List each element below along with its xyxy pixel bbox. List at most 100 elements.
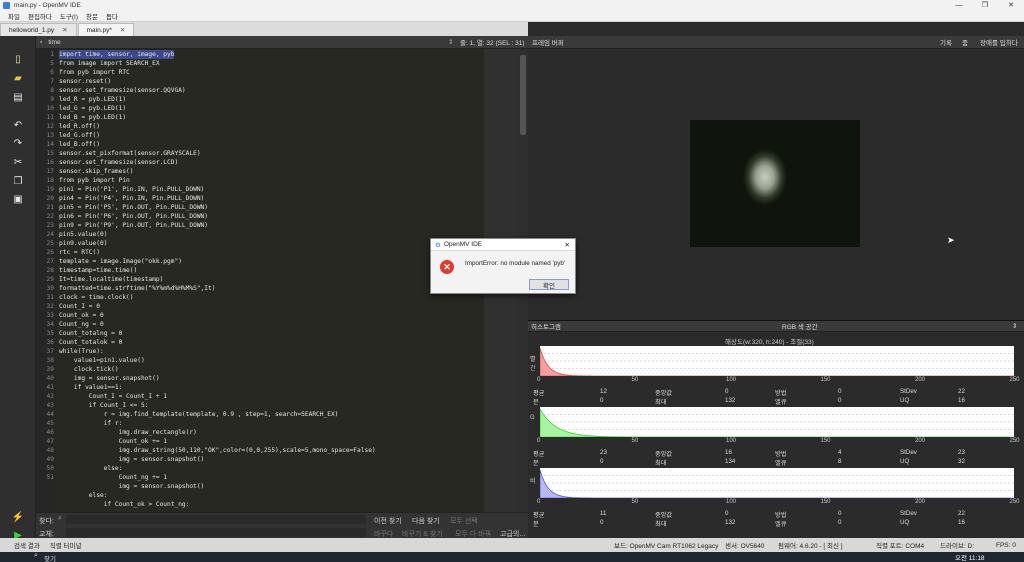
search-icon[interactable]: ⌕ [34, 552, 38, 560]
axis-tick-label: 150 [820, 377, 831, 383]
stat-value: 0 [725, 510, 729, 517]
colorspace-select[interactable]: RGB 색 공간 [782, 321, 818, 331]
stat-value: 132 [725, 519, 736, 526]
dialog-close-icon[interactable]: ✕ [565, 241, 570, 249]
axis-tick-label: 0 [537, 438, 541, 444]
code-editor[interactable]: import time, sensor, image, pyb from imag… [56, 49, 484, 512]
mouse-cursor-icon: ➤ [947, 235, 955, 245]
menu-window[interactable]: 창문 [86, 11, 98, 21]
serial-terminal-tab[interactable]: 직렬 터미널 [50, 540, 82, 550]
stat-value: 12 [600, 388, 607, 395]
line-number: 23 [46, 222, 54, 229]
stat-label: StDev [900, 449, 917, 456]
ok-button[interactable]: 확인 [529, 279, 569, 290]
search-results-tab[interactable]: 검색 결과 [14, 540, 40, 550]
code-line: img = sensor.snapshot() [59, 375, 160, 382]
code-line: Count_ok += 1 [59, 438, 168, 445]
find-prev-button[interactable]: 이전 찾기 [374, 516, 402, 526]
close-button[interactable]: ✕ [998, 0, 1024, 11]
undo-icon[interactable]: ↶ [10, 118, 26, 132]
line-number: 15 [46, 150, 54, 157]
tab-main[interactable]: main.py* ✕ [77, 23, 135, 36]
line-number: 7 [50, 78, 54, 85]
line-number: 40 [46, 375, 54, 382]
editor-header: ▪ time ⇕ 줄: 1, 열: 32 (SEL : 31) [36, 36, 528, 49]
stat-value: 11 [600, 510, 607, 517]
save-icon[interactable]: ▤ [10, 90, 26, 104]
stat-label: UQ [900, 458, 910, 465]
line-number: 42 [46, 393, 54, 400]
dialog-title: OpenMV IDE [443, 241, 483, 248]
stat-value: 8 [838, 458, 842, 465]
maximize-button[interactable]: ❐ [972, 0, 998, 11]
line-number: 16 [46, 159, 54, 166]
disable-button[interactable]: 장애를 입히다 [980, 37, 1018, 47]
code-line: led_R.off() [59, 123, 100, 130]
board-status: 보드: OpenMV Cam RT1062 Legacy [614, 543, 719, 550]
tab-helloworld[interactable]: helloworld_1.py ✕ [0, 23, 77, 36]
line-number: 49 [46, 456, 54, 463]
connect-icon[interactable]: ⚡ [10, 510, 26, 524]
code-line: pin5.value(0) [59, 231, 108, 238]
chevron-down-icon[interactable]: ⇕ [1012, 322, 1017, 330]
line-number: 13 [46, 132, 54, 139]
dialog-title-bar: ⚙ OpenMV IDE ✕ [431, 239, 575, 251]
record-button[interactable]: 기록 [940, 37, 952, 47]
axis-tick-label: 250 [1009, 499, 1020, 505]
menu-tools[interactable]: 도구(I) [60, 11, 78, 21]
axis-tick-label: 250 [1009, 438, 1020, 444]
windows-taskbar: ⌕ 찾기 오전 11:18 [0, 552, 1024, 562]
line-number: 1 [50, 51, 54, 58]
copy-icon[interactable]: ❐ [10, 174, 26, 188]
function-selector[interactable]: time [48, 39, 448, 46]
stat-label: 엘큐 [775, 399, 787, 406]
menu-edit[interactable]: 편집하다 [28, 11, 52, 21]
menu-file[interactable]: 파일 [8, 11, 20, 21]
line-number: 5 [50, 60, 54, 67]
redo-icon[interactable]: ↷ [10, 136, 26, 150]
code-line: Count_ng = 0 [59, 321, 104, 328]
minimize-button[interactable]: — [946, 0, 972, 11]
menu-help[interactable]: 돕다 [106, 11, 118, 21]
stat-label: 평균 [533, 390, 545, 397]
code-line: sensor.skip_frames() [59, 168, 134, 175]
firmware-status[interactable]: 펌웨어: 4.6.20 - [ 최신 ] [778, 540, 843, 550]
axis-tick-label: 200 [915, 499, 926, 505]
code-line: img = sensor.snapshot() [59, 483, 205, 490]
replace-input[interactable] [66, 528, 366, 537]
stat-value: 0 [725, 388, 729, 395]
stat-value: 0 [600, 519, 604, 526]
zoom-button[interactable]: 줌 [962, 37, 968, 47]
paste-icon[interactable]: ▣ [10, 192, 26, 206]
stat-value: 23 [600, 449, 607, 456]
error-dialog: ⚙ OpenMV IDE ✕ ✕ ImportError: no module … [430, 238, 576, 294]
line-number: 20 [46, 195, 54, 202]
code-line: sensor.set_framesize(sensor.QQVGA) [59, 87, 186, 94]
line-number: 31 [46, 294, 54, 301]
stat-label: 최대 [655, 521, 667, 528]
select-all-button[interactable]: 모두 선택 [450, 516, 478, 526]
close-tab-icon[interactable]: ✕ [120, 26, 125, 34]
gear-icon: ⚙ [435, 241, 441, 249]
stat-value: 134 [725, 458, 736, 465]
stat-value: 0 [838, 388, 842, 395]
code-line: Count_I = Count_I + 1 [59, 393, 168, 400]
line-number: 47 [46, 438, 54, 445]
tab-label: main.py* [86, 26, 112, 34]
clock: 오전 11:18 [955, 555, 985, 562]
stat-value: 0 [600, 397, 604, 404]
open-folder-icon[interactable]: ▰ [10, 71, 26, 85]
code-line: if Count_I <= 5: [59, 402, 149, 409]
line-number: 36 [46, 339, 54, 346]
find-input[interactable] [66, 515, 366, 524]
stat-label: 분 [533, 399, 539, 406]
taskbar-search[interactable]: 찾기 [44, 553, 56, 562]
code-line: Count_ng += 1 [59, 474, 168, 481]
scrollbar-thumb[interactable] [520, 55, 526, 135]
line-number: 35 [46, 330, 54, 337]
close-tab-icon[interactable]: ✕ [62, 26, 67, 34]
new-file-icon[interactable]: ▯ [10, 52, 26, 66]
find-next-button[interactable]: 다음 찾기 [412, 516, 440, 526]
cut-icon[interactable]: ✂ [10, 155, 26, 169]
menu-bar: 파일 편집하다 도구(I) 창문 돕다 [0, 11, 1024, 22]
